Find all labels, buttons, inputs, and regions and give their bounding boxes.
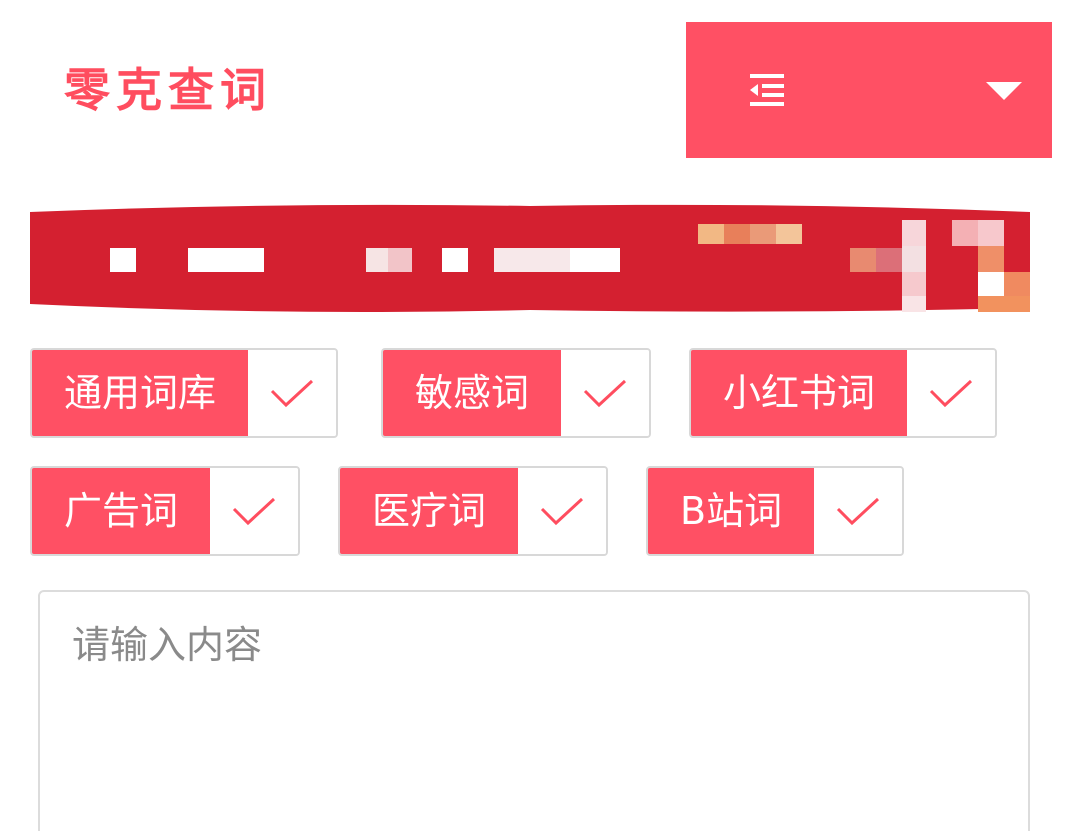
checkmark-icon[interactable]	[518, 468, 607, 554]
redacted-banner	[30, 204, 1030, 312]
tag-xiaohongshu[interactable]: 小红书词	[689, 348, 998, 438]
tag-medical[interactable]: 医疗词	[338, 466, 609, 556]
checkmark-icon[interactable]	[561, 350, 650, 436]
tag-label: 小红书词	[691, 350, 908, 436]
tag-advertising[interactable]: 广告词	[30, 466, 301, 556]
tag-label: 通用词库	[32, 350, 249, 436]
content-textarea[interactable]	[38, 590, 1030, 831]
checkmark-icon[interactable]	[248, 350, 337, 436]
tag-label: 医疗词	[340, 468, 519, 554]
indent-menu-icon[interactable]	[746, 70, 788, 110]
tag-general[interactable]: 通用词库	[30, 348, 339, 438]
page: 零克查词 通用词库 敏感词 小红书词 广告词 医疗词 B站词 请输入内容	[0, 0, 1080, 831]
tag-label: 广告词	[32, 468, 211, 554]
checkmark-icon[interactable]	[210, 468, 299, 554]
site-logo[interactable]: 零克查词	[64, 60, 272, 120]
tag-sensitive[interactable]: 敏感词	[381, 348, 652, 438]
tag-label: B站词	[648, 468, 815, 554]
checkmark-icon[interactable]	[907, 350, 996, 436]
checkmark-icon[interactable]	[814, 468, 903, 554]
tag-label: 敏感词	[383, 350, 562, 436]
caret-down-icon[interactable]	[986, 80, 1022, 102]
tag-bilibili[interactable]: B站词	[646, 466, 905, 556]
